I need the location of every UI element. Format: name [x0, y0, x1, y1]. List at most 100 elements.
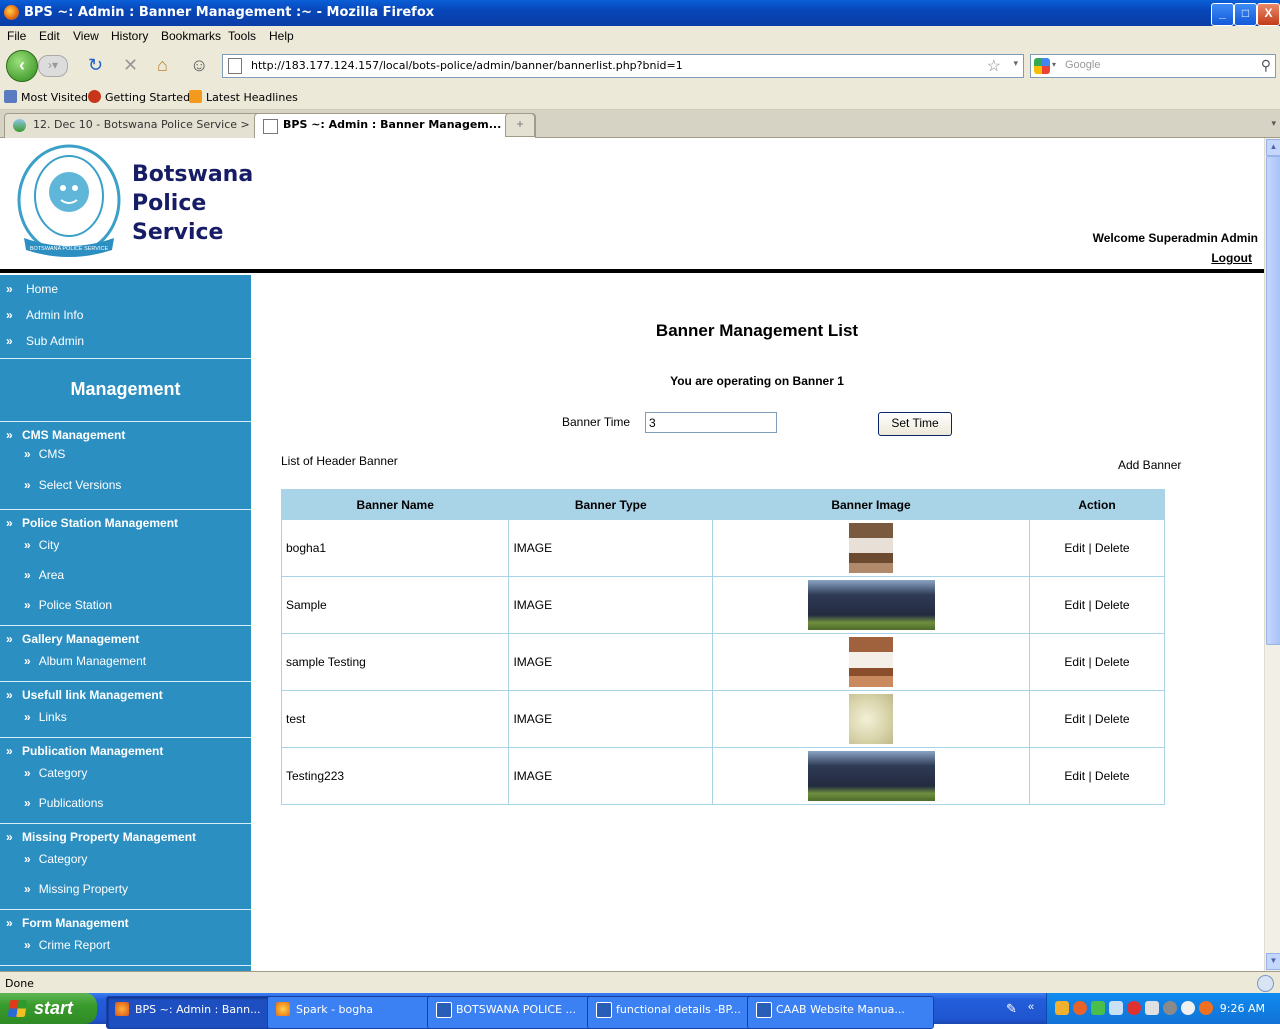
tray-network-icon[interactable] — [1091, 1001, 1105, 1015]
table-row: test IMAGE Edit | Delete — [280, 690, 1165, 748]
menu-bookmarks[interactable]: Bookmarks — [161, 29, 221, 43]
tray-computer-icon[interactable] — [1145, 1001, 1159, 1015]
sidebar-item-crime-report[interactable]: » Crime Report — [24, 938, 110, 952]
banner-thumbnail[interactable] — [849, 637, 893, 687]
chevron-icon: » — [24, 710, 31, 724]
section-police-station-management[interactable]: Police Station Management — [22, 516, 178, 530]
menu-file[interactable]: File — [7, 29, 26, 43]
table-row: Testing223 IMAGE Edit | Delete — [280, 747, 1165, 805]
delete-link[interactable]: Delete — [1095, 541, 1130, 555]
forward-button[interactable]: ›▾ — [38, 55, 68, 77]
minimize-button[interactable]: _ — [1211, 3, 1234, 26]
bookmark-most-visited[interactable]: Most Visited — [4, 90, 88, 104]
delete-link[interactable]: Delete — [1095, 769, 1130, 783]
start-button[interactable]: start — [0, 993, 97, 1024]
menu-history[interactable]: History — [111, 29, 148, 43]
task-word-botswana[interactable]: BOTSWANA POLICE ... — [427, 996, 614, 1029]
menu-help[interactable]: Help — [269, 29, 294, 43]
sidebar-divider — [0, 625, 251, 626]
section-missing-property-management[interactable]: Missing Property Management — [22, 830, 196, 844]
section-form-management[interactable]: Form Management — [22, 916, 129, 930]
edit-link[interactable]: Edit — [1064, 769, 1085, 783]
task-word-functional[interactable]: functional details -BP... — [587, 996, 774, 1029]
scroll-thumb[interactable] — [1266, 156, 1280, 645]
edit-link[interactable]: Edit — [1064, 712, 1085, 726]
list-label: List of Header Banner — [281, 454, 398, 468]
tray-monitor-icon[interactable] — [1109, 1001, 1123, 1015]
chevron-icon: » — [6, 516, 13, 530]
sidebar-item-area[interactable]: » Area — [24, 568, 64, 582]
bookmark-latest-headlines[interactable]: Latest Headlines — [189, 90, 298, 104]
chevron-icon: » — [6, 282, 13, 296]
back-button[interactable]: ‹ — [6, 50, 38, 82]
word-icon — [596, 1002, 612, 1018]
bookmark-getting-started[interactable]: Getting Started — [88, 90, 190, 104]
stop-icon[interactable]: ✕ — [123, 55, 138, 75]
tab-label: 12. Dec 10 - Botswana Police Service > .… — [33, 118, 264, 131]
tray-firefox-icon[interactable] — [1073, 1001, 1087, 1015]
delete-link[interactable]: Delete — [1095, 655, 1130, 669]
logout-link[interactable]: Logout — [1211, 251, 1252, 265]
sidebar-item-album-management[interactable]: » Album Management — [24, 654, 146, 668]
tray-chat-icon[interactable] — [1181, 1001, 1195, 1015]
scroll-up-icon[interactable]: ▲ — [1266, 139, 1280, 156]
banner-image-cell — [712, 690, 1030, 748]
add-banner-link[interactable]: Add Banner — [1118, 458, 1181, 472]
task-word-caab[interactable]: CAAB Website Manua... — [747, 996, 934, 1029]
delete-link[interactable]: Delete — [1095, 712, 1130, 726]
url-dropdown-icon[interactable]: ▾ — [1013, 58, 1018, 69]
banner-time-input[interactable]: 3 — [645, 412, 777, 433]
reload-icon[interactable]: ↻ — [88, 55, 103, 75]
tray-folder-icon[interactable] — [1055, 1001, 1069, 1015]
quick-launch-expand-icon[interactable]: « — [1028, 1001, 1034, 1013]
chat-icon[interactable]: ☺ — [190, 55, 208, 75]
sidebar-item-select-versions[interactable]: » Select Versions — [24, 478, 121, 492]
clock: 9:26 AM — [1219, 1002, 1265, 1015]
search-engine-dropdown-icon[interactable]: ▾ — [1052, 60, 1056, 69]
banner-thumbnail[interactable] — [849, 694, 893, 744]
tray-security-icon[interactable] — [1127, 1001, 1141, 1015]
delete-link[interactable]: Delete — [1095, 598, 1130, 612]
close-button[interactable]: X — [1257, 3, 1280, 26]
banner-type-cell: IMAGE — [508, 519, 713, 577]
maximize-button[interactable]: □ — [1234, 3, 1257, 26]
sidebar-item-category[interactable]: » Category — [24, 766, 87, 780]
section-cms-management[interactable]: CMS Management — [22, 428, 125, 442]
search-bar[interactable]: ▾ Google ⚲ — [1030, 54, 1276, 78]
url-text[interactable]: http://183.177.124.157/local/bots-police… — [251, 59, 683, 72]
home-icon[interactable]: ⌂ — [157, 55, 168, 75]
sidebar-item-links[interactable]: » Links — [24, 710, 67, 724]
search-icon[interactable]: ⚲ — [1261, 57, 1271, 74]
menu-tools[interactable]: Tools — [228, 29, 256, 43]
quick-launch-icon[interactable]: ✎ — [1006, 1001, 1017, 1017]
banner-thumbnail[interactable] — [849, 523, 893, 573]
sidebar-item-missing-property[interactable]: » Missing Property — [24, 882, 128, 896]
google-icon[interactable] — [1034, 58, 1050, 74]
edit-link[interactable]: Edit — [1064, 655, 1085, 669]
set-time-button[interactable]: Set Time — [878, 412, 952, 436]
sidebar-item-category[interactable]: » Category — [24, 852, 87, 866]
sidebar-item-police-station[interactable]: » Police Station — [24, 598, 112, 612]
tray-app-icon[interactable] — [1199, 1001, 1213, 1015]
vertical-scrollbar[interactable]: ▲ ▼ — [1264, 138, 1280, 971]
scroll-down-icon[interactable]: ▼ — [1266, 953, 1280, 970]
banner-thumbnail[interactable] — [807, 580, 935, 630]
section-usefull-link-management[interactable]: Usefull link Management — [22, 688, 163, 702]
sidebar-item-city[interactable]: » City — [24, 538, 59, 552]
edit-link[interactable]: Edit — [1064, 598, 1085, 612]
sidebar-item-publications[interactable]: » Publications — [24, 796, 103, 810]
section-gallery-management[interactable]: Gallery Management — [22, 632, 139, 646]
url-bar[interactable]: http://183.177.124.157/local/bots-police… — [222, 54, 1024, 78]
edit-link[interactable]: Edit — [1064, 541, 1085, 555]
tray-speaker-icon[interactable] — [1163, 1001, 1177, 1015]
new-tab-button[interactable]: + — [505, 113, 535, 137]
search-placeholder[interactable]: Google — [1065, 59, 1100, 71]
menu-view[interactable]: View — [73, 29, 99, 43]
task-spark[interactable]: Spark - bogha — [267, 996, 454, 1029]
menu-edit[interactable]: Edit — [39, 29, 60, 43]
sidebar-item-cms[interactable]: » CMS — [24, 447, 65, 461]
bookmark-star-icon[interactable]: ☆ — [987, 56, 1001, 76]
section-publication-management[interactable]: Publication Management — [22, 744, 163, 758]
tab-list-icon[interactable]: ▾ — [1271, 118, 1276, 129]
banner-thumbnail[interactable] — [807, 751, 935, 801]
